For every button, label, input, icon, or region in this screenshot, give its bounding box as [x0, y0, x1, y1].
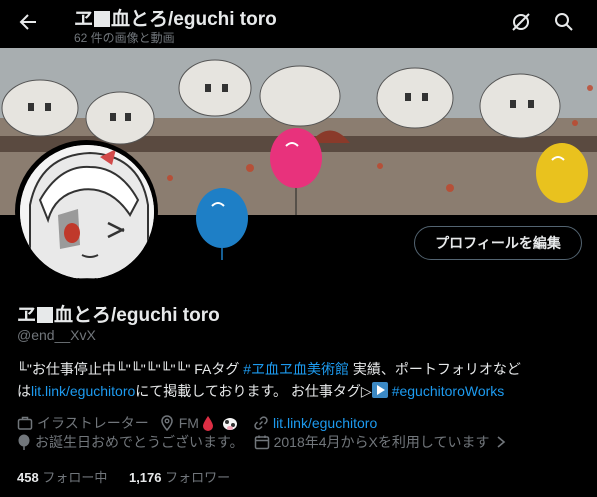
user-handle: @end__XvX — [17, 327, 96, 343]
following-link[interactable]: 458 フォロー中 — [17, 470, 107, 485]
bio-website-link[interactable]: lit.link/eguchitoro — [31, 383, 135, 399]
avatar-illustration — [19, 144, 154, 279]
meta-joined[interactable]: 2018年4月からXを利用しています — [254, 432, 512, 452]
top-bar: ヱ血とろ/eguchi toro 62 件の画像と動画 — [0, 0, 597, 48]
play-icon — [371, 382, 388, 398]
hashtag-link[interactable]: #ヱ血ヱ血美術館 — [243, 361, 349, 377]
search-icon — [555, 13, 573, 31]
briefcase-icon — [17, 416, 33, 430]
location-pin-icon — [160, 415, 173, 431]
chevron-right-icon — [497, 436, 506, 448]
profile-website-link[interactable]: lit.link/eguchitoro — [273, 415, 377, 431]
grok-icon — [512, 13, 530, 31]
display-name: ヱ血とろ/eguchi toro — [17, 305, 220, 326]
followers-link[interactable]: 1,176 フォロワー — [129, 470, 230, 485]
blacked-char — [37, 307, 54, 323]
meta-website: lit.link/eguchitoro — [253, 415, 377, 431]
page-title: ヱ血とろ/eguchi toro — [74, 9, 277, 30]
meta-job: イラストレーター — [17, 413, 149, 433]
profile-meta: イラストレーター FM lit.link/eguchitoro — [17, 413, 387, 433]
avatar[interactable] — [15, 140, 158, 283]
search-button[interactable] — [551, 9, 577, 35]
meta-birthday: お誕生日おめでとうございます。 — [17, 432, 244, 452]
cow-emoji-icon — [222, 418, 237, 430]
edit-profile-button[interactable]: プロフィールを編集 — [414, 226, 582, 260]
calendar-icon — [254, 435, 269, 450]
follow-stats: 458 フォロー中 1,176 フォロワー — [17, 467, 230, 486]
blacked-char — [94, 11, 111, 27]
profile-meta-2: お誕生日おめでとうございます。 2018年4月からXを利用しています — [17, 432, 521, 452]
media-count: 62 件の画像と動画 — [74, 31, 175, 45]
arrow-left-icon — [19, 14, 36, 30]
blood-drop-icon — [202, 416, 213, 431]
meta-location: FM — [159, 415, 243, 431]
grok-button[interactable] — [508, 9, 534, 35]
balloon-blue — [196, 188, 248, 260]
balloon-yellow — [536, 143, 588, 203]
balloon-icon — [18, 434, 30, 450]
link-icon — [254, 416, 268, 430]
hashtag-link[interactable]: #eguchitoroWorks — [392, 383, 505, 399]
profile-bio: ╙"お仕事停止中╙"╙"╙"╙"╙" FAタグ #ヱ血ヱ血美術館 実績、ポートフ… — [17, 361, 521, 399]
back-button[interactable] — [14, 8, 42, 36]
